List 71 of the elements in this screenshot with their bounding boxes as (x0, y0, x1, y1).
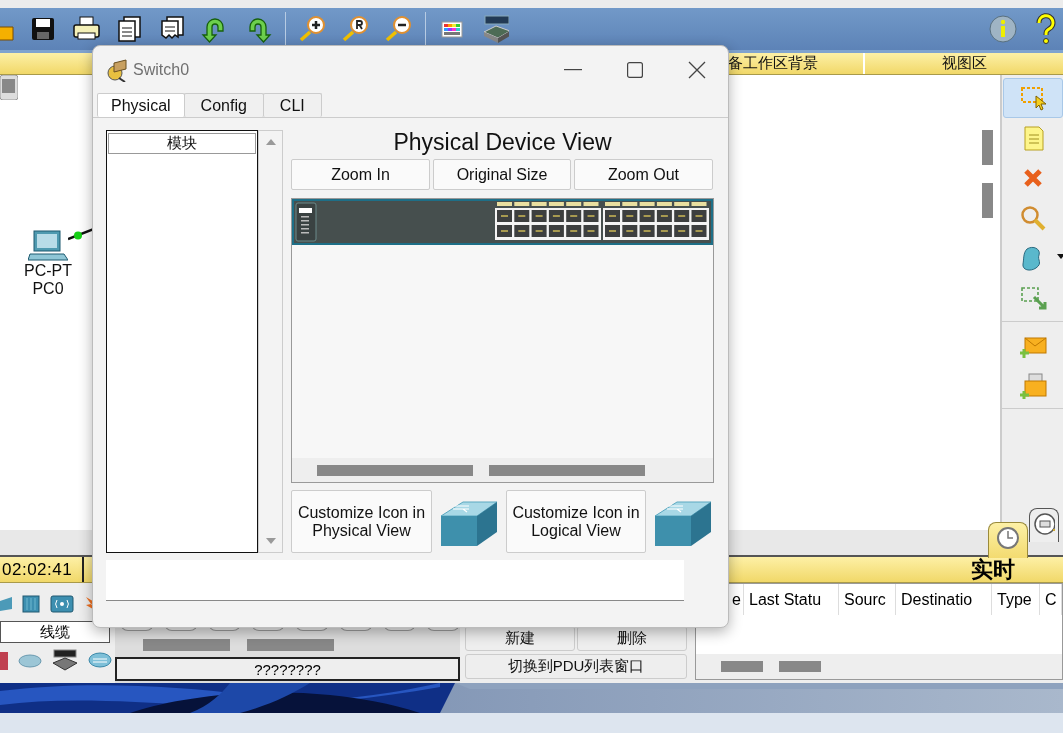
documents-icon[interactable] (115, 15, 143, 43)
delete-button[interactable]: 删除 (577, 626, 687, 651)
info-field[interactable] (106, 560, 684, 601)
close-icon (688, 60, 706, 79)
switch-view-button[interactable]: 切换到PDU列表窗口 (465, 654, 687, 679)
wireless-icon[interactable] (50, 595, 74, 613)
scrollbar-thumb[interactable] (317, 464, 473, 476)
scrollbar[interactable] (258, 130, 283, 553)
customize-button[interactable]: Customize Icon in Logical View (506, 490, 646, 553)
tab[interactable]: CLI (262, 93, 322, 117)
zoom-button[interactable]: Zoom Out (574, 159, 713, 190)
zoom-button[interactable]: Zoom In (291, 159, 430, 190)
info-icon[interactable] (988, 14, 1018, 44)
scrollbar-thumb[interactable] (982, 183, 993, 218)
scrollbar-thumb[interactable] (721, 661, 763, 672)
device-icon[interactable] (0, 650, 8, 670)
scroll-up-icon[interactable] (265, 139, 276, 145)
column-header[interactable]: Destinatio (896, 584, 992, 615)
simulation-tab[interactable] (1029, 508, 1059, 542)
scrollbar-thumb[interactable] (247, 639, 334, 651)
device-icon[interactable] (0, 75, 18, 100)
save-icon[interactable] (29, 15, 57, 43)
window-title: Switch0 (133, 60, 190, 79)
dropdown-caret-icon[interactable] (1056, 254, 1063, 259)
select-icon (1018, 84, 1047, 112)
scrollbar-thumb[interactable] (779, 661, 821, 672)
minimize-icon (564, 68, 582, 71)
column-header[interactable]: C (1040, 584, 1062, 615)
printer-icon[interactable] (72, 15, 100, 43)
clock-icon (996, 526, 1020, 550)
cloud-icon[interactable] (18, 652, 42, 668)
column-header[interactable]: Type (992, 584, 1040, 615)
tab[interactable]: Config (183, 93, 264, 117)
device-label: PC0 (32, 280, 64, 298)
computer-icon[interactable] (28, 230, 68, 262)
customize-button[interactable]: Customize Icon in Physical View (291, 490, 432, 553)
workspace-tab[interactable]: 视图区 (941, 54, 987, 73)
tab[interactable]: Physical (97, 93, 185, 117)
device-model-label: ???????? (115, 657, 460, 681)
mode-label: 实时 (971, 554, 1015, 584)
new-button[interactable]: 新建 (465, 626, 575, 651)
list-header: 模块 (108, 133, 256, 154)
zoom-reset-icon[interactable] (341, 15, 369, 43)
palette-tool[interactable] (1002, 78, 1063, 118)
scrollbar-thumb[interactable] (489, 464, 645, 476)
device-label: PC-PT (24, 262, 72, 280)
resize-icon (1018, 284, 1047, 312)
column-header[interactable]: Last Statu (744, 584, 839, 615)
link-drawing (68, 227, 94, 241)
app-icon (105, 57, 129, 82)
realtime-tab[interactable] (988, 522, 1028, 558)
switch-icon[interactable] (0, 595, 12, 613)
scrollbar-thumb[interactable] (143, 639, 230, 651)
search-icon (1018, 204, 1047, 232)
module-list[interactable]: 模块 (106, 130, 258, 553)
zoom-in-icon[interactable] (298, 15, 326, 43)
hub-icon[interactable] (88, 651, 112, 669)
workspace-tab[interactable]: 备工作区背景 (728, 54, 818, 73)
stopwatch-icon (1033, 512, 1055, 536)
network-device-icon[interactable] (52, 649, 78, 671)
server-rack-icon[interactable] (22, 595, 40, 613)
zoom-button[interactable]: Original Size (433, 159, 571, 190)
view-title: Physical Device View (392, 130, 613, 155)
category-label: 线缆 (0, 621, 110, 643)
zoom-out-icon[interactable] (384, 15, 412, 43)
maximize-icon (627, 61, 643, 78)
network-device-icon[interactable] (481, 15, 509, 43)
scroll-down-icon[interactable] (265, 538, 276, 544)
envelope-icon (1018, 371, 1047, 399)
scrollbar-thumb[interactable] (982, 130, 993, 165)
column-header[interactable]: Sourc (839, 584, 896, 615)
